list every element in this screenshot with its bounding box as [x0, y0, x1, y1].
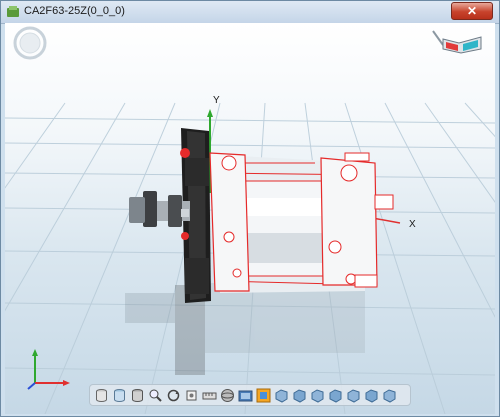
color-icon[interactable] [256, 388, 271, 403]
rotate-icon[interactable] [166, 388, 181, 403]
app-icon [7, 6, 19, 17]
x-axis-label: X [409, 219, 416, 230]
window-title: CA2F63-25Z(0_0_0) [24, 5, 125, 17]
application-window: CA2F63-25Z(0_0_0) ✕ Y X [0, 0, 500, 417]
box-iso-icon[interactable] [382, 388, 397, 403]
3d-viewport[interactable]: Y X [5, 23, 495, 414]
box-left-icon[interactable] [310, 388, 325, 403]
pan-icon[interactable] [184, 388, 199, 403]
cylinder-view-2-icon[interactable] [112, 388, 127, 403]
box-back-icon[interactable] [364, 388, 379, 403]
cylinder-view-3-icon[interactable] [130, 388, 145, 403]
box-front-icon[interactable] [274, 388, 289, 403]
y-axis-label: Y [213, 95, 220, 106]
axis-triad-icon [27, 349, 70, 390]
measure-icon[interactable] [202, 388, 217, 403]
cylinder-model[interactable] [5, 23, 495, 414]
box-top-icon[interactable] [292, 388, 307, 403]
view-toolbar [89, 384, 411, 406]
zoom-icon[interactable] [148, 388, 163, 403]
box-bottom-icon[interactable] [346, 388, 361, 403]
cylinder-view-icon[interactable] [94, 388, 109, 403]
sphere-icon[interactable] [220, 388, 235, 403]
title-bar[interactable]: CA2F63-25Z(0_0_0) ✕ [1, 1, 499, 24]
screenshot-icon[interactable] [238, 388, 253, 403]
close-button[interactable]: ✕ [451, 2, 493, 20]
box-right-icon[interactable] [328, 388, 343, 403]
